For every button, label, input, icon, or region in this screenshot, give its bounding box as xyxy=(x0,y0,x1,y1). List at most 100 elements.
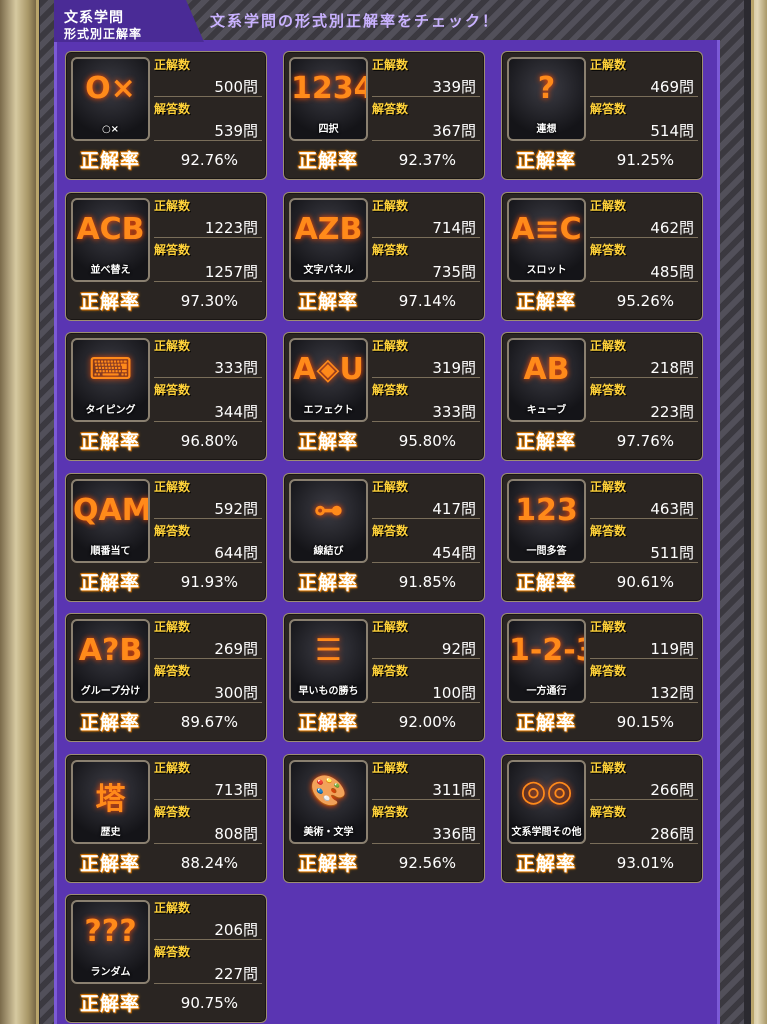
answered-value: 300問 xyxy=(214,684,258,702)
answered-value: 454問 xyxy=(432,544,476,562)
divider xyxy=(154,939,262,940)
stat-card[interactable]: 123 一問多答 正解数 463問 解答数 511問 正解率 90.61% xyxy=(501,473,703,602)
answered-label: 解答数 xyxy=(372,805,409,819)
format-icon: ◎◎ 文系学問その他 xyxy=(507,760,586,844)
rate-label: 正解率 xyxy=(298,431,359,453)
rate-label: 正解率 xyxy=(80,431,141,453)
divider xyxy=(590,843,698,844)
answered-value: 511問 xyxy=(650,544,694,562)
divider xyxy=(590,281,698,282)
format-glyph: ⊶ xyxy=(313,493,344,528)
divider xyxy=(372,518,480,519)
answered-label: 解答数 xyxy=(372,383,409,397)
format-name: 文系学問その他 xyxy=(511,827,582,838)
answered-value: 1257問 xyxy=(204,263,258,281)
stat-card[interactable]: ACB 並べ替え 正解数 1223問 解答数 1257問 正解率 97.30% xyxy=(65,192,267,321)
format-glyph: O× xyxy=(85,71,136,106)
format-icon: 123 一問多答 xyxy=(507,479,586,563)
divider xyxy=(590,518,698,519)
stat-card[interactable]: 1234 四択 正解数 339問 解答数 367問 正解率 92.37% xyxy=(283,51,485,180)
format-name: 四択 xyxy=(318,124,339,135)
divider xyxy=(590,702,698,703)
divider xyxy=(590,237,698,238)
divider xyxy=(372,377,480,378)
format-name: エフェクト xyxy=(303,405,354,416)
correct-value: 319問 xyxy=(432,359,476,377)
rate-value: 95.26% xyxy=(616,292,674,310)
stat-card[interactable]: ? 連想 正解数 469問 解答数 514問 正解率 91.25% xyxy=(501,51,703,180)
format-glyph: ☰ xyxy=(315,633,342,668)
rate-value: 95.80% xyxy=(398,432,456,450)
correct-value: 1223問 xyxy=(204,219,258,237)
stat-card[interactable]: 1‑2‑3 一方通行 正解数 119問解答数 132問正解率 90.15% xyxy=(501,613,703,742)
stat-card[interactable]: O× ○× 正解数 500問 解答数 539問 正解率 92.76% xyxy=(65,51,267,180)
format-icon: ☰ 早いもの勝ち xyxy=(289,619,368,703)
format-icon: ⊶ 線結び xyxy=(289,479,368,563)
answered-value: 514問 xyxy=(650,122,694,140)
answered-label: 解答数 xyxy=(154,243,191,257)
stat-card[interactable]: A◈U エフェクト 正解数 319問 解答数 333問 正解率 95.80% xyxy=(283,332,485,461)
stat-card[interactable]: 塔歴史 正解数 713問 解答数 808問 正解率 88.24% xyxy=(65,754,267,883)
format-glyph: ??? xyxy=(84,914,137,949)
answered-value: 344問 xyxy=(214,403,258,421)
format-name: 順番当て xyxy=(90,546,131,557)
correct-label: 正解数 xyxy=(590,761,627,775)
rate-label: 正解率 xyxy=(298,572,359,594)
format-icon: ⌨ タイピング xyxy=(71,338,150,422)
stat-card[interactable]: A≡C スロット 正解数 462問 解答数 485問 正解率 95.26% xyxy=(501,192,703,321)
format-glyph: 🎨 xyxy=(309,774,348,809)
answered-value: 367問 xyxy=(432,122,476,140)
divider xyxy=(154,702,262,703)
category-tab: 文系学問 形式別正解率 xyxy=(54,0,204,42)
correct-value: 266問 xyxy=(650,781,694,799)
divider xyxy=(154,96,262,97)
rate-value: 90.75% xyxy=(180,994,238,1012)
format-icon: A≡C スロット xyxy=(507,198,586,282)
format-name: ○× xyxy=(101,124,120,135)
divider xyxy=(372,562,480,563)
format-glyph: ◎◎ xyxy=(520,774,573,809)
stat-card[interactable]: ◎◎ 文系学問その他 正解数 266問 解答数 286問 正解率 93.01% xyxy=(501,754,703,883)
rate-value: 91.93% xyxy=(180,573,238,591)
stat-card[interactable]: ☰ 早いもの勝ち 正解数 92問 解答数 100問 正解率 92.00% xyxy=(283,613,485,742)
correct-label: 正解数 xyxy=(590,480,627,494)
format-icon: AB キューブ xyxy=(507,338,586,422)
stat-card[interactable]: 🎨 美術・文学 正解数 311問 解答数 336問 正解率 92.56% xyxy=(283,754,485,883)
divider xyxy=(372,843,480,844)
format-name: 一方通行 xyxy=(526,686,567,697)
correct-value: 206問 xyxy=(214,921,258,939)
correct-value: 218問 xyxy=(650,359,694,377)
correct-label: 正解数 xyxy=(372,761,409,775)
answered-label: 解答数 xyxy=(590,383,627,397)
rate-label: 正解率 xyxy=(516,431,577,453)
rate-label: 正解率 xyxy=(516,712,577,734)
rate-label: 正解率 xyxy=(80,993,141,1015)
format-glyph: 123 xyxy=(515,493,578,528)
rate-value: 92.56% xyxy=(398,854,456,872)
answered-value: 227問 xyxy=(214,965,258,983)
divider xyxy=(372,702,480,703)
stat-card[interactable]: ⊶ 線結び 正解数 417問 解答数 454問 正解率 91.85% xyxy=(283,473,485,602)
divider xyxy=(372,281,480,282)
correct-label: 正解数 xyxy=(154,620,191,634)
correct-value: 92問 xyxy=(441,640,476,658)
answered-value: 100問 xyxy=(432,684,476,702)
stat-card[interactable]: ??? ランダム 正解数 206問 解答数 227問 正解率 90.75% xyxy=(65,894,267,1023)
answered-label: 解答数 xyxy=(154,383,191,397)
answered-value: 132問 xyxy=(650,684,694,702)
correct-label: 正解数 xyxy=(154,761,191,775)
stat-card[interactable]: ⌨ タイピング 正解数 333問 解答数 344問 正解率 96.80% xyxy=(65,332,267,461)
stat-card[interactable]: AZB 文字パネル 正解数 714問 解答数 735問 正解率 97.14% xyxy=(283,192,485,321)
divider xyxy=(590,377,698,378)
stat-card[interactable]: QAM 順番当て 正解数 592問 解答数 644問 正解率 91.93% xyxy=(65,473,267,602)
divider xyxy=(590,140,698,141)
stat-card[interactable]: AB キューブ 正解数 218問 解答数 223問 正解率 97.76% xyxy=(501,332,703,461)
correct-label: 正解数 xyxy=(590,620,627,634)
divider xyxy=(154,377,262,378)
answered-label: 解答数 xyxy=(154,664,191,678)
rate-value: 97.14% xyxy=(398,292,456,310)
rate-value: 97.30% xyxy=(180,292,238,310)
format-name: 文字パネル xyxy=(303,265,354,276)
stat-card[interactable]: A?B グループ分け 正解数 269問 解答数 300問 正解率 89.67% xyxy=(65,613,267,742)
format-icon: AZB 文字パネル xyxy=(289,198,368,282)
